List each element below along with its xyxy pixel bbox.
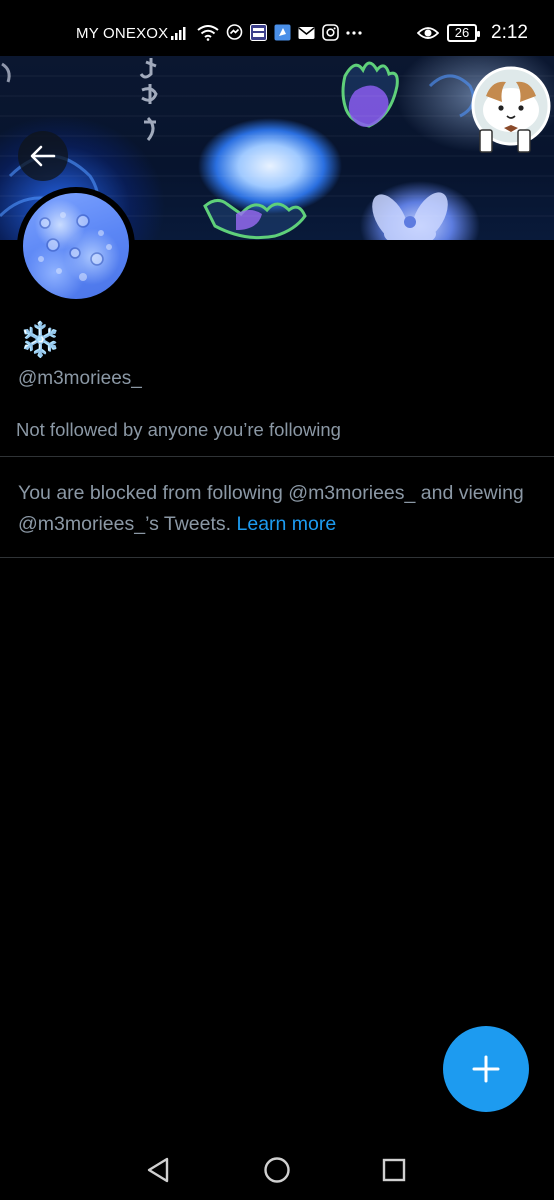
avatar-image: [23, 193, 129, 299]
nav-recents-button[interactable]: [374, 1152, 414, 1188]
instagram-icon: [322, 24, 339, 41]
home-circle-icon: [264, 1157, 290, 1183]
arrow-left-icon: [30, 145, 56, 167]
divider-top: [0, 456, 554, 457]
carrier-name: MY ONEXOX: [76, 25, 169, 42]
mail-icon: [298, 26, 315, 39]
app-icon: [274, 24, 291, 41]
divider-bottom: [0, 557, 554, 558]
recents-square-icon: [382, 1158, 406, 1182]
back-triangle-icon: [147, 1157, 169, 1183]
status-time: 2:12: [491, 22, 528, 43]
cat-sticker: [471, 66, 551, 153]
system-navigation-bar: [0, 1130, 554, 1200]
status-right: 26 2:12: [417, 22, 528, 44]
profile-handle: @m3moriees_: [18, 368, 142, 389]
back-button[interactable]: [18, 131, 68, 181]
eye-comfort-icon: [417, 27, 440, 39]
more-dots-icon: [346, 30, 362, 35]
signal-icon: [171, 26, 186, 40]
nav-back-button[interactable]: [138, 1152, 178, 1188]
nav-home-button[interactable]: [257, 1152, 297, 1188]
followers-you-know-note: Not followed by anyone you’re following: [16, 419, 341, 440]
plus-icon: [472, 1055, 500, 1083]
status-bar: MY ONEXOX 26 2:12: [0, 0, 554, 56]
display-name: ❄️: [19, 320, 62, 360]
wifi-icon: [197, 24, 219, 41]
messenger-icon: [226, 24, 243, 40]
learn-more-link[interactable]: Learn more: [237, 513, 337, 535]
live-app-icon: [250, 24, 267, 41]
profile-avatar[interactable]: [17, 187, 135, 305]
battery-indicator: 26: [447, 24, 481, 42]
blocked-message: You are blocked from following @m3moriee…: [18, 478, 538, 540]
compose-tweet-button[interactable]: [443, 1026, 529, 1112]
notification-icons: [170, 24, 362, 41]
